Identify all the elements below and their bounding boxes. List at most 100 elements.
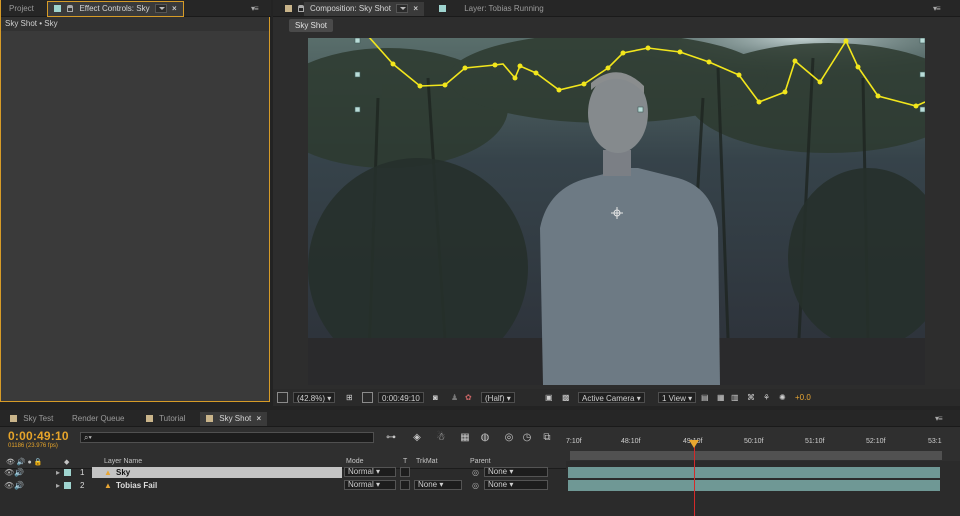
mode-value: Normal — [348, 467, 374, 476]
twirl-icon[interactable]: ▸ — [56, 468, 60, 477]
visibility-icon[interactable]: 👁🔊 — [4, 481, 24, 490]
camera-select[interactable]: Active Camera ▾ — [578, 392, 645, 403]
ruler-tick: 53:1 — [928, 438, 942, 445]
composition-panel: Composition: Sky Shot × Layer: Tobias Ru… — [273, 0, 960, 406]
parent-value: None — [488, 467, 508, 476]
panel-menu-icon[interactable]: ▾≡ — [251, 4, 263, 13]
mode-select[interactable]: Normal ▾ — [344, 480, 396, 490]
close-icon[interactable]: × — [256, 414, 261, 423]
layer-name[interactable]: Tobias Fail — [116, 481, 157, 490]
comp-color-swatch — [146, 415, 153, 423]
timeline-icon[interactable]: ▥ — [731, 392, 739, 403]
fit-icon[interactable]: ⊞ — [346, 392, 353, 403]
comp-breadcrumb[interactable]: Sky Shot — [289, 19, 334, 32]
frame-info: 01186 (23.976 fps) — [8, 443, 58, 449]
preserve-transparency-toggle[interactable] — [400, 467, 410, 477]
col-parent: Parent — [470, 458, 491, 465]
parent-value: None — [488, 480, 508, 489]
region-icon[interactable] — [362, 392, 373, 403]
live-update-icon[interactable]: ⧉ — [540, 432, 554, 444]
twirl-icon[interactable]: ▸ — [56, 481, 60, 490]
parent-select[interactable]: None ▾ — [484, 467, 548, 477]
mode-select[interactable]: Normal ▾ — [344, 467, 396, 477]
ruler-tick: 52:10f — [866, 438, 886, 445]
composition-viewer[interactable] — [308, 38, 925, 385]
layer-row[interactable]: 👁🔊 ▸ 2 ▲ Tobias Fail Normal ▾ None ▾ ◎ N… — [0, 479, 566, 492]
draft-3d-icon[interactable]: ◈ — [410, 432, 424, 444]
flowchart-icon[interactable]: ⚘ — [763, 392, 770, 403]
pickwhip-icon[interactable]: ◎ — [472, 481, 479, 490]
tab-sky-test-label: Sky Test — [23, 414, 54, 423]
graph-editor-icon[interactable]: ◷ — [520, 432, 534, 444]
col-t: T — [403, 458, 408, 465]
tab-project-label: Project — [9, 4, 34, 13]
layer-duration-bar[interactable] — [568, 467, 940, 478]
panel-menu-icon[interactable]: ▾≡ — [935, 414, 947, 423]
layer-search-input[interactable]: ⌕▾ — [80, 432, 374, 443]
comp-timecode[interactable]: 0:00:49:10 — [378, 392, 424, 403]
snapshot-icon[interactable]: ◙ — [433, 392, 438, 403]
tab-composition-label: Composition: Sky Shot — [310, 4, 391, 13]
motion-blur-icon[interactable]: ◍ — [478, 432, 492, 444]
transparency-grid-icon[interactable]: ▩ — [562, 392, 570, 403]
trkmat-select[interactable]: None ▾ — [414, 480, 462, 490]
col-mode: Mode — [346, 458, 364, 465]
footage-icon: ▲ — [104, 481, 112, 490]
comp-mini-flowchart-icon[interactable]: ⊶ — [384, 432, 398, 444]
left-tab-bar: Project Effect Controls: Sky × ▾≡ — [1, 0, 271, 17]
comp-color-swatch — [206, 415, 213, 423]
tab-tutorial[interactable]: Tutorial — [140, 412, 191, 426]
comp-color-swatch — [10, 415, 17, 423]
preserve-transparency-toggle[interactable] — [400, 480, 410, 490]
channel-icon[interactable]: ✿ — [465, 392, 472, 403]
tab-sky-shot[interactable]: Sky Shot × — [200, 412, 268, 426]
av-switches-icons: 👁 🔊 ● 🔒 — [6, 459, 43, 466]
viewer-frame-image — [308, 38, 925, 385]
zoom-value: (42.8%) — [297, 394, 326, 403]
exposure-icon[interactable]: ✺ — [779, 392, 786, 403]
tab-composition[interactable]: Composition: Sky Shot × — [304, 2, 425, 16]
resolution-select[interactable]: (Half) ▾ — [481, 392, 515, 403]
close-icon[interactable]: × — [172, 4, 177, 13]
toggle-pixel-icon[interactable]: ▤ — [701, 392, 709, 403]
footage-icon: ▲ — [104, 468, 112, 477]
col-layer-name[interactable]: Layer Name — [104, 458, 142, 465]
tab-sky-test[interactable]: Sky Test — [4, 412, 59, 426]
ruler-tick: 48:10f — [621, 438, 641, 445]
work-area-bar[interactable] — [570, 451, 942, 460]
tab-project[interactable]: Project — [3, 2, 40, 16]
always-preview-icon[interactable] — [277, 392, 288, 403]
show-snapshot-icon[interactable]: ♟ — [451, 392, 458, 403]
panel-menu-icon[interactable]: ▾≡ — [933, 4, 945, 13]
tab-render-queue[interactable]: Render Queue — [66, 412, 130, 426]
layer-label-swatch[interactable] — [64, 482, 71, 489]
roi-icon[interactable]: ▣ — [545, 392, 553, 403]
tab-effect-controls[interactable]: Effect Controls: Sky × — [47, 1, 184, 17]
pickwhip-icon[interactable]: ◎ — [472, 468, 479, 477]
playhead-line[interactable] — [694, 441, 695, 516]
visibility-icon[interactable]: 👁🔊 — [4, 468, 24, 477]
tab-dropdown-icon[interactable] — [396, 4, 409, 14]
brainstorm-icon[interactable]: ◎ — [502, 432, 516, 444]
lock-icon[interactable] — [67, 5, 74, 13]
parent-select[interactable]: None ▾ — [484, 480, 548, 490]
close-icon[interactable]: × — [413, 4, 418, 13]
current-time[interactable]: 0:00:49:10 — [8, 429, 69, 443]
exposure-value[interactable]: +0.0 — [795, 392, 811, 403]
mode-value: Normal — [348, 480, 374, 489]
playhead-marker[interactable] — [689, 440, 699, 448]
comp-flowchart-icon[interactable]: ⌘ — [747, 392, 755, 403]
fast-preview-icon[interactable]: ▦ — [717, 392, 725, 403]
timeline-tab-bar: Sky Test Render Queue Tutorial Sky Shot … — [0, 410, 960, 427]
layer-duration-bar[interactable] — [568, 480, 940, 491]
camera-value: Active Camera — [582, 394, 635, 403]
hide-shy-icon[interactable]: ☃ — [434, 432, 448, 444]
zoom-select[interactable]: (42.8%) ▾ — [293, 392, 336, 403]
tab-dropdown-icon[interactable] — [154, 4, 167, 14]
layer-row[interactable]: 👁🔊 ▸ 1 ▲ Sky Normal ▾ ◎ None ▾ — [0, 466, 566, 479]
frame-blending-icon[interactable]: ▦ — [458, 432, 472, 444]
layer-label-swatch[interactable] — [64, 469, 71, 476]
tab-layer[interactable]: Layer: Tobias Running — [433, 2, 550, 16]
layer-name[interactable]: Sky — [116, 468, 130, 477]
views-select[interactable]: 1 View ▾ — [658, 392, 697, 403]
